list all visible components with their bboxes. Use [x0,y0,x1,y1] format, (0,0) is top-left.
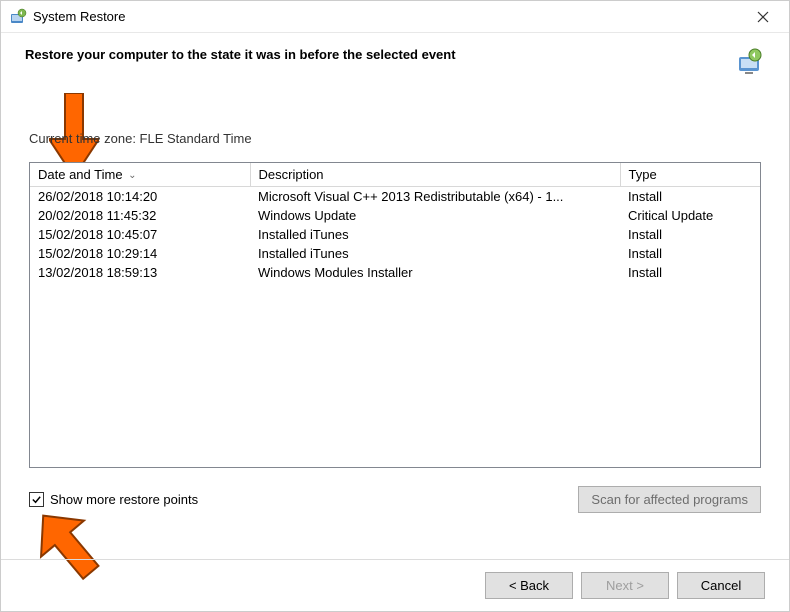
close-button[interactable] [741,3,785,31]
table-row[interactable]: 15/02/2018 10:45:07 Installed iTunes Ins… [30,225,760,244]
show-more-checkbox[interactable]: Show more restore points [29,492,198,507]
restore-points-table: Date and Time ⌄ Description Type 26/02/2… [29,162,761,468]
cancel-button[interactable]: Cancel [677,572,765,599]
back-button[interactable]: < Back [485,572,573,599]
wizard-footer: < Back Next > Cancel [1,559,789,611]
column-date-label: Date and Time [38,167,123,182]
below-table-row: Show more restore points Scan for affect… [29,486,761,525]
restore-header-icon [733,47,765,75]
timezone-label: Current time zone: FLE Standard Time [29,131,761,146]
cell-date: 20/02/2018 11:45:32 [30,206,250,225]
cell-desc: Installed iTunes [250,244,620,263]
cell-type: Install [620,187,760,207]
table-header-row: Date and Time ⌄ Description Type [30,163,760,187]
system-restore-window: System Restore Restore your computer to … [0,0,790,612]
cell-date: 13/02/2018 18:59:13 [30,263,250,282]
table-row[interactable]: 26/02/2018 10:14:20 Microsoft Visual C++… [30,187,760,207]
column-date-time[interactable]: Date and Time ⌄ [30,163,250,187]
column-description[interactable]: Description [250,163,620,187]
scan-affected-button[interactable]: Scan for affected programs [578,486,761,513]
cell-desc: Windows Modules Installer [250,263,620,282]
cell-date: 26/02/2018 10:14:20 [30,187,250,207]
window-title: System Restore [33,9,741,24]
show-more-label: Show more restore points [50,492,198,507]
content-area: Current time zone: FLE Standard Time Dat… [1,83,789,559]
system-restore-icon [9,8,27,26]
titlebar: System Restore [1,1,789,33]
header: Restore your computer to the state it wa… [1,33,789,83]
table-row[interactable]: 15/02/2018 10:29:14 Installed iTunes Ins… [30,244,760,263]
page-subtitle: Restore your computer to the state it wa… [25,47,721,62]
table-row[interactable]: 13/02/2018 18:59:13 Windows Modules Inst… [30,263,760,282]
cell-type: Critical Update [620,206,760,225]
cell-type: Install [620,263,760,282]
chevron-down-icon: ⌄ [128,170,136,181]
cell-date: 15/02/2018 10:45:07 [30,225,250,244]
next-button[interactable]: Next > [581,572,669,599]
checkbox-icon [29,492,44,507]
cell-desc: Microsoft Visual C++ 2013 Redistributabl… [250,187,620,207]
cell-date: 15/02/2018 10:29:14 [30,244,250,263]
cell-desc: Installed iTunes [250,225,620,244]
table-row[interactable]: 20/02/2018 11:45:32 Windows Update Criti… [30,206,760,225]
cell-type: Install [620,244,760,263]
column-type[interactable]: Type [620,163,760,187]
cell-desc: Windows Update [250,206,620,225]
cell-type: Install [620,225,760,244]
